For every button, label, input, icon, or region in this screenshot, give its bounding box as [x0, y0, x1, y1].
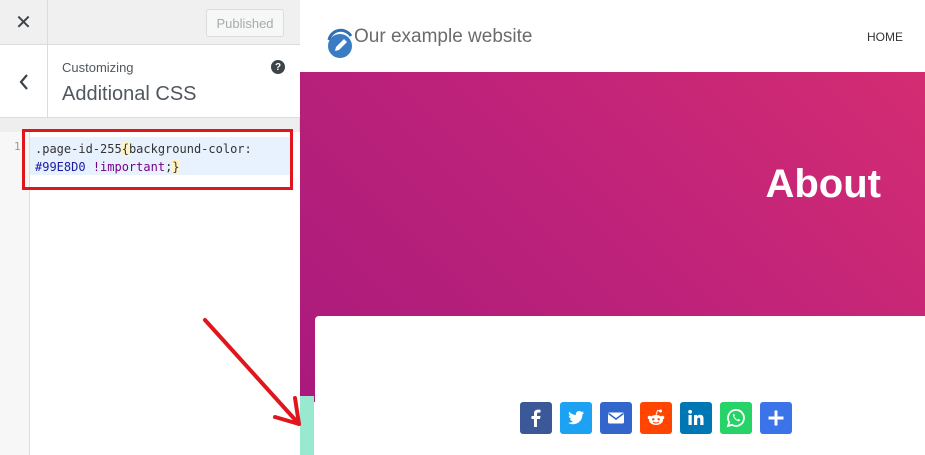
whatsapp-share-button[interactable] [720, 402, 752, 434]
line-number: 1 [14, 140, 21, 153]
red-arrow-annotation [203, 318, 301, 426]
nav-home-link[interactable]: HOME [867, 30, 903, 44]
whatsapp-icon [726, 409, 745, 428]
linkedin-icon [688, 409, 704, 425]
share-buttons [520, 402, 792, 434]
close-customizer-button[interactable]: ✕ [0, 0, 48, 45]
publish-button[interactable]: Published [206, 9, 284, 37]
plus-icon [768, 410, 784, 426]
more-share-button[interactable] [760, 402, 792, 434]
site-title[interactable]: Our example website [354, 26, 532, 48]
help-icon[interactable]: ? [271, 60, 285, 74]
reddit-icon [647, 409, 665, 425]
pencil-logo-icon [327, 28, 353, 58]
email-share-button[interactable] [600, 402, 632, 434]
customizing-label: Customizing [62, 60, 134, 75]
highlight-annotation-box [22, 129, 293, 190]
twitter-share-button[interactable] [560, 402, 592, 434]
reddit-share-button[interactable] [640, 402, 672, 434]
hero-title: About [765, 162, 881, 206]
site-header: Our example website HOME [300, 0, 925, 72]
twitter-icon [568, 411, 584, 425]
section-header: Customizing Additional CSS ? [0, 45, 300, 118]
facebook-share-button[interactable] [520, 402, 552, 434]
chevron-left-icon [19, 73, 28, 90]
close-icon: ✕ [15, 12, 32, 34]
facebook-icon [531, 409, 541, 427]
customizer-topbar: ✕ Published [0, 0, 300, 45]
content-card [315, 316, 925, 455]
email-icon [608, 412, 624, 424]
back-button[interactable] [0, 45, 48, 118]
linkedin-share-button[interactable] [680, 402, 712, 434]
site-preview: Our example website HOME About [300, 0, 925, 455]
section-title: Additional CSS [62, 83, 197, 105]
